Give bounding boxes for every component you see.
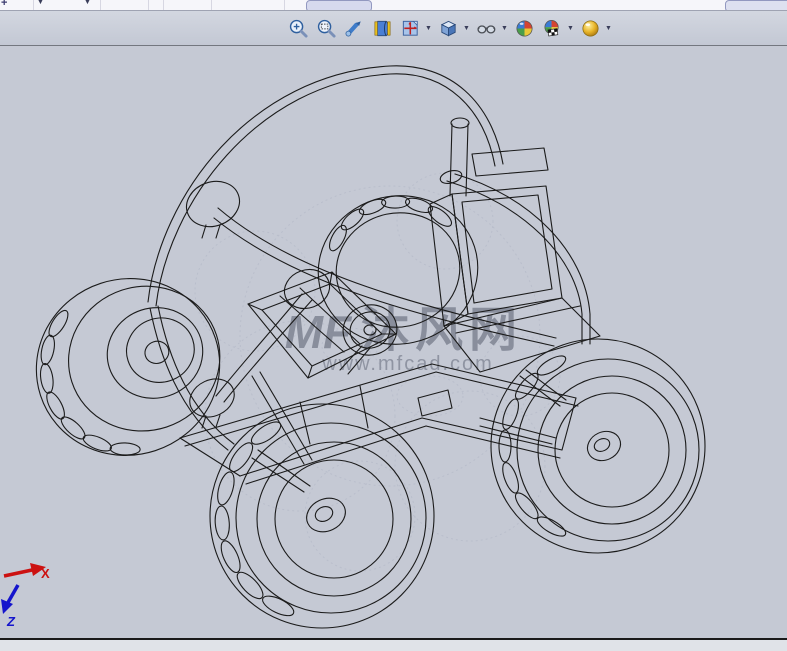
rotate-view-icon bbox=[345, 20, 361, 37]
status-bar bbox=[0, 640, 787, 651]
axis-x-label: X bbox=[41, 566, 50, 581]
section-view-button[interactable] bbox=[398, 14, 423, 42]
separator bbox=[211, 0, 212, 10]
apply-scene-button[interactable] bbox=[540, 14, 565, 42]
apply-scene-dropdown-icon[interactable]: ▼ bbox=[566, 14, 575, 42]
view-settings-button[interactable] bbox=[578, 14, 603, 42]
display-style-button[interactable] bbox=[474, 14, 499, 42]
top-strip: + ▼ ▼ bbox=[0, 0, 787, 11]
view-orientation-dropdown-icon[interactable]: ▼ bbox=[462, 14, 471, 42]
menu-dropdown-icon[interactable]: ▼ bbox=[37, 0, 44, 6]
display-style-dropdown-icon[interactable]: ▼ bbox=[500, 14, 509, 42]
separator bbox=[284, 0, 285, 10]
display-style-icon bbox=[477, 24, 496, 34]
cutoff-toolbar-button[interactable] bbox=[306, 0, 372, 10]
view-toolbar-icons: ▼ ▼ ▼ ▼ ▼ bbox=[286, 11, 613, 45]
zoom-to-fit-button[interactable] bbox=[286, 14, 311, 42]
graphics-viewport[interactable]: MF 沐风网 www.mfcad.com X Z bbox=[0, 46, 787, 640]
view-orientation-button[interactable] bbox=[436, 14, 461, 42]
edit-appearance-button[interactable] bbox=[512, 14, 537, 42]
separator bbox=[163, 0, 164, 10]
separator bbox=[148, 0, 149, 10]
zoom-to-area-button[interactable] bbox=[314, 14, 339, 42]
plus-icon: + bbox=[1, 0, 8, 9]
previous-view-icon bbox=[374, 20, 391, 36]
separator bbox=[33, 0, 34, 10]
cutoff-panel-tab[interactable] bbox=[725, 0, 787, 10]
view-settings-icon bbox=[582, 19, 599, 37]
previous-view-button[interactable] bbox=[370, 14, 395, 42]
separator bbox=[100, 0, 101, 10]
axis-z-label: Z bbox=[6, 614, 16, 629]
edit-appearance-icon bbox=[516, 19, 533, 37]
zoom-to-area-icon bbox=[317, 19, 336, 38]
section-view-icon bbox=[402, 20, 418, 36]
menu-dropdown-icon[interactable]: ▼ bbox=[84, 0, 91, 6]
watermark: MF 沐风网 www.mfcad.com bbox=[285, 304, 517, 375]
axis-triad: X Z bbox=[1, 563, 50, 629]
section-view-dropdown-icon[interactable]: ▼ bbox=[424, 14, 433, 42]
view-orientation-icon bbox=[440, 20, 457, 36]
apply-scene-icon bbox=[544, 19, 559, 36]
model-wireframe bbox=[35, 65, 706, 629]
view-toolbar: ▼ ▼ ▼ ▼ ▼ bbox=[0, 11, 787, 46]
wireframe-buggy-model: MF 沐风网 www.mfcad.com X Z bbox=[1, 65, 706, 629]
zoom-to-fit-icon bbox=[289, 19, 308, 38]
rotate-view-button[interactable] bbox=[342, 14, 367, 42]
view-settings-dropdown-icon[interactable]: ▼ bbox=[604, 14, 613, 42]
